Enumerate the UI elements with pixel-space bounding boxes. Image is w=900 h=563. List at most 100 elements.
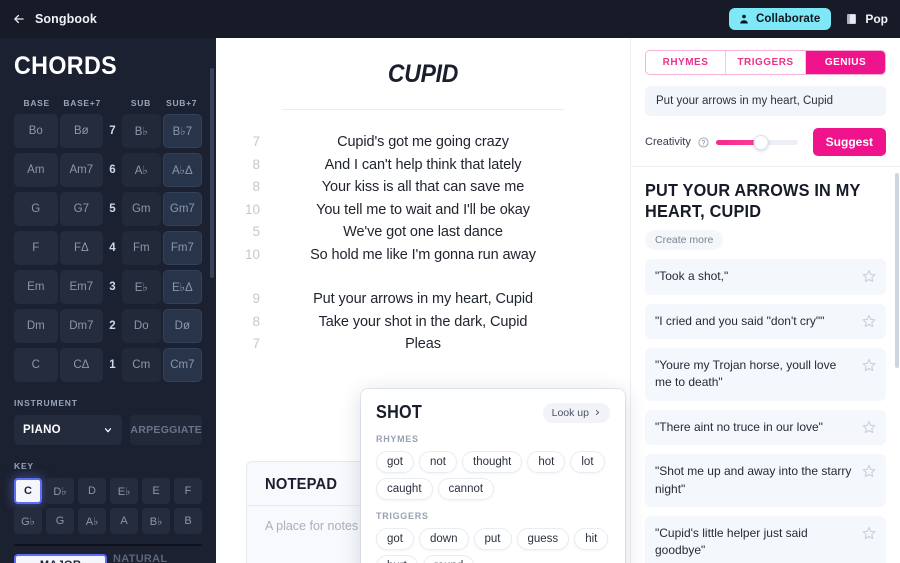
lyric-text[interactable]: Your kiss is all that can save me (278, 179, 616, 195)
chord-button-base7[interactable]: Am7 (59, 153, 104, 187)
key-button-a[interactable]: A♭ (78, 508, 106, 534)
rhyme-chip[interactable]: thought (462, 451, 523, 473)
genre-selector[interactable]: Pop (845, 12, 888, 26)
trigger-chip[interactable]: got (376, 528, 414, 550)
lyric-line[interactable]: 10 You tell me to wait and I'll be okay (230, 202, 616, 218)
chord-button-base7[interactable]: FΔ (59, 231, 104, 265)
star-outline-icon[interactable] (862, 358, 876, 372)
trigger-chip[interactable]: guess (516, 528, 570, 550)
key-button-b[interactable]: B (174, 508, 202, 534)
star-outline-icon[interactable] (862, 314, 876, 328)
results-scrollbar[interactable] (895, 173, 899, 368)
trigger-chip[interactable]: hit (574, 528, 609, 550)
chord-button-sub[interactable]: E♭ (121, 270, 161, 304)
star-outline-icon[interactable] (862, 269, 876, 283)
lyric-text[interactable]: And I can't help think that lately (278, 157, 616, 173)
key-button-d[interactable]: D (78, 478, 106, 504)
mode-button-natural-minor[interactable]: NATURAL MINOR (113, 553, 202, 563)
help-circle-icon[interactable] (698, 136, 709, 148)
key-button-a[interactable]: A (110, 508, 138, 534)
lyric-line[interactable]: 9 Put your arrows in my heart, Cupid (230, 291, 616, 307)
lyric-text[interactable]: Cupid's got me going crazy (278, 134, 616, 150)
sidebar-scrollbar[interactable] (210, 68, 214, 278)
chord-button-base[interactable]: F (14, 231, 58, 265)
mode-button-major[interactable]: MAJOR (14, 554, 107, 563)
chord-button-base7[interactable]: G7 (59, 192, 104, 226)
chord-button-base[interactable]: Em (14, 270, 58, 304)
tab-rhymes[interactable]: RHYMES (646, 51, 726, 74)
key-button-d[interactable]: D♭ (46, 478, 74, 504)
chord-button-base7[interactable]: Dm7 (59, 309, 104, 343)
lyric-line[interactable]: 7 Cupid's got me going crazy (230, 134, 616, 150)
chord-button-sub7[interactable]: Gm7 (162, 192, 203, 226)
lyric-text[interactable]: So hold me like I'm gonna run away (278, 247, 616, 263)
rhyme-chip[interactable]: got (376, 451, 414, 473)
chord-button-sub7[interactable]: A♭Δ (162, 153, 203, 187)
chord-button-sub7[interactable]: Fm7 (162, 231, 203, 265)
chord-button-sub[interactable]: Cm (121, 348, 161, 382)
tab-genius[interactable]: GENIUS (806, 51, 885, 74)
key-button-b[interactable]: B♭ (142, 508, 170, 534)
lyric-line[interactable]: 10 So hold me like I'm gonna run away (230, 247, 616, 263)
lyric-line[interactable]: 8 Take your shot in the dark, Cupid (230, 314, 616, 330)
chord-button-sub7[interactable]: E♭Δ (162, 270, 203, 304)
trigger-chip[interactable]: hurt (376, 555, 418, 563)
key-button-e[interactable]: E (142, 478, 170, 504)
suggestion-card[interactable]: "Youre my Trojan horse, youll love me to… (645, 348, 886, 401)
arpeggiate-button[interactable]: ARPEGGIATE (130, 415, 202, 445)
suggest-button[interactable]: Suggest (812, 128, 886, 156)
instrument-select[interactable]: PIANO (14, 415, 123, 445)
suggestion-card[interactable]: "Shot me up and away into the starry nig… (645, 454, 886, 508)
suggestion-card[interactable]: "There aint no truce in our love" (645, 409, 886, 446)
tab-triggers[interactable]: TRIGGERS (726, 51, 806, 74)
rhyme-chip[interactable]: lot (570, 451, 605, 473)
chord-button-base[interactable]: C (14, 348, 58, 382)
star-outline-icon[interactable] (862, 464, 876, 478)
slider-knob[interactable] (753, 134, 769, 150)
lyric-text[interactable]: We've got one last dance (278, 224, 616, 240)
chord-button-sub7[interactable]: B♭7 (162, 114, 203, 148)
chord-button-sub7[interactable]: Cm7 (162, 348, 203, 382)
chord-button-base7[interactable]: CΔ (59, 348, 104, 382)
chord-button-base7[interactable]: Em7 (59, 270, 104, 304)
chord-button-sub[interactable]: A♭ (121, 153, 161, 187)
lyric-text[interactable]: Take your shot in the dark, Cupid (278, 314, 616, 330)
trigger-chip[interactable]: down (419, 528, 469, 550)
trigger-chip[interactable]: round (422, 555, 475, 563)
lyric-text[interactable]: Pleas (278, 336, 616, 352)
look-up-button[interactable]: Look up (542, 402, 610, 423)
chord-button-sub[interactable]: Fm (121, 231, 161, 265)
chord-button-sub[interactable]: Gm (121, 192, 161, 226)
lyric-line[interactable]: 8 And I can't help think that lately (230, 157, 616, 173)
prompt-input[interactable]: Put your arrows in my heart, Cupid (645, 86, 886, 116)
creativity-slider[interactable] (715, 134, 798, 150)
star-outline-icon[interactable] (862, 526, 876, 540)
rhyme-chip[interactable]: hot (527, 451, 566, 473)
chord-button-base[interactable]: Am (14, 153, 58, 187)
key-button-f[interactable]: F (174, 478, 202, 504)
chord-button-base[interactable]: Bo (14, 114, 58, 148)
chord-button-sub7[interactable]: Dø (162, 309, 203, 343)
create-more-button[interactable]: Create more (645, 230, 724, 251)
chord-button-sub[interactable]: B♭ (121, 114, 161, 148)
key-button-g[interactable]: G♭ (14, 508, 42, 534)
suggestion-card[interactable]: "I cried and you said "don't cry"" (645, 303, 886, 340)
chord-button-base[interactable]: G (14, 192, 58, 226)
lyric-line[interactable]: 7 Pleas (230, 336, 616, 352)
star-outline-icon[interactable] (862, 420, 876, 434)
lyrics-verse-2[interactable]: 9 Put your arrows in my heart, Cupid 8 Take… (230, 291, 616, 359)
lyric-line[interactable]: 8 Your kiss is all that can save me (230, 179, 616, 195)
rhyme-chip[interactable]: not (419, 451, 457, 473)
key-button-g[interactable]: G (46, 508, 74, 534)
lyric-text[interactable]: You tell me to wait and I'll be okay (278, 202, 616, 218)
rhyme-chip[interactable]: cannot (437, 478, 495, 500)
suggestion-card[interactable]: "Cupid's little helper just said goodbye… (645, 516, 886, 563)
rhyme-chip[interactable]: caught (376, 478, 433, 500)
key-button-e[interactable]: E♭ (110, 478, 138, 504)
chord-button-base[interactable]: Dm (14, 309, 58, 343)
back-to-songbook-button[interactable]: Songbook (12, 12, 97, 26)
chord-button-base7[interactable]: Bø (59, 114, 104, 148)
suggestion-card[interactable]: "Took a shot," (645, 259, 886, 295)
lyric-text[interactable]: Put your arrows in my heart, Cupid (278, 291, 616, 307)
collaborate-button[interactable]: Collaborate (728, 8, 832, 30)
